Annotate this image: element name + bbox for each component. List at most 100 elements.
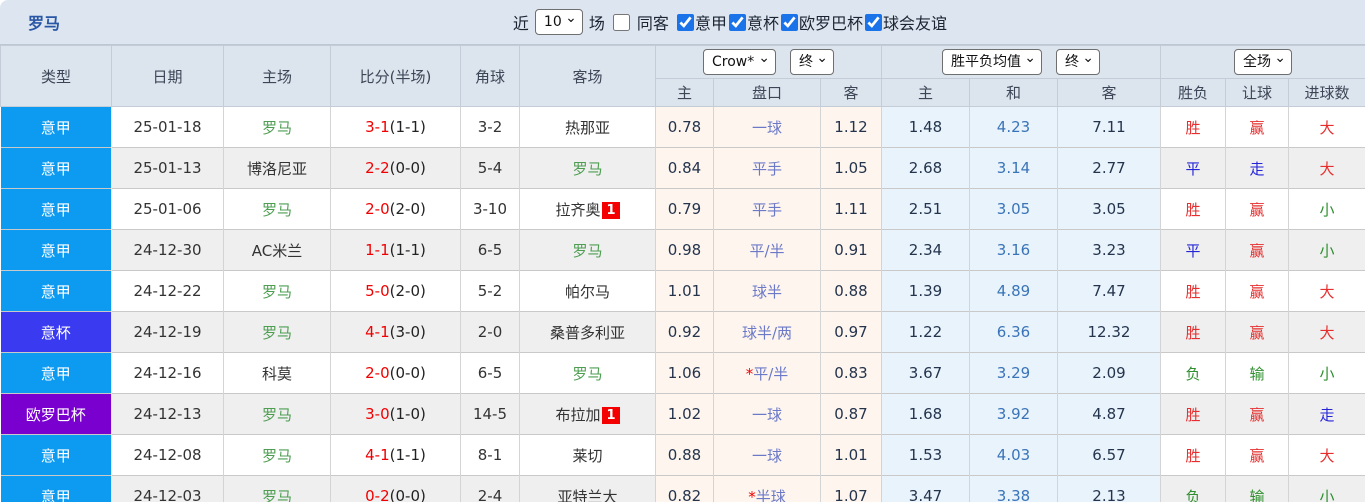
away-team-cell: 拉齐奥 1 (519, 188, 656, 230)
handicap-provider-select[interactable]: Crow* (703, 49, 776, 75)
league-type-badge: 意甲 (0, 475, 112, 502)
ah-home-odds: 0.84 (655, 147, 714, 189)
score-cell: 3-1(1-1) (330, 106, 461, 148)
result-handicap: 赢 (1225, 434, 1289, 476)
ah-away-odds: 0.83 (820, 352, 882, 394)
match-row: 意杯 24-12-19 罗马 4-1(3-0) 2-0 桑普多利亚 0.92 球… (0, 311, 1365, 353)
eu-draw-odds: 6.36 (969, 311, 1058, 353)
friendly-label: 球会友谊 (882, 14, 947, 33)
handicap-cell: 平手 (713, 188, 821, 230)
halftime-score: (1-0) (389, 405, 426, 423)
league-type-badge: 意甲 (0, 106, 112, 148)
eu-home-odds: 2.51 (881, 188, 970, 230)
corners-value: 6-5 (460, 352, 520, 394)
seriea-label: 意甲 (694, 14, 727, 33)
ah-away-odds: 0.97 (820, 311, 882, 353)
col-header-date: 日期 (111, 45, 224, 107)
result-handicap: 赢 (1225, 188, 1289, 230)
handicap-cell: 一球 (713, 434, 821, 476)
home-team: 罗马 (223, 270, 331, 312)
away-team: 莱切 (572, 446, 603, 465)
handicap-cell: *半球 (713, 475, 821, 502)
col-header-goals: 进球数 (1287, 78, 1365, 107)
result-wdl: 胜 (1160, 434, 1226, 476)
league-filter-seriea: 意甲 (675, 10, 727, 34)
result-handicap: 赢 (1225, 270, 1289, 312)
handicap-line: 一球 (751, 405, 782, 424)
result-goals: 大 (1288, 106, 1365, 148)
result-wdl: 胜 (1160, 393, 1226, 435)
europa-checkbox[interactable] (780, 13, 798, 31)
handicap-line: 一球 (751, 118, 782, 137)
eu-away-odds: 12.32 (1057, 311, 1161, 353)
recent-count-select[interactable]: 10 (534, 9, 583, 35)
eu-away-odds: 2.09 (1057, 352, 1161, 394)
ah-away-odds: 0.91 (820, 229, 882, 271)
handicap-line: 平手 (751, 200, 782, 219)
ah-away-odds: 1.01 (820, 434, 882, 476)
ah-away-odds: 0.87 (820, 393, 882, 435)
eu-home-odds: 1.48 (881, 106, 970, 148)
match-history-panel: 罗马 近 10 场 同客 意甲 意杯 欧罗巴杯 球会友谊 (0, 0, 1365, 502)
away-team: 罗马 (572, 364, 603, 383)
away-team-cell: 罗马 (519, 229, 656, 271)
handicap-time-select[interactable]: 终 (790, 49, 834, 75)
eu-draw-odds: 4.03 (969, 434, 1058, 476)
home-team: 罗马 (223, 393, 331, 435)
eu-home-odds: 2.68 (881, 147, 970, 189)
fulltime-score: 2-0 (365, 364, 390, 382)
result-wdl: 胜 (1160, 106, 1226, 148)
match-row: 意甲 25-01-13 博洛尼亚 2-2(0-0) 5-4 罗马 0.84 平手… (0, 147, 1365, 189)
halftime-score: (0-0) (389, 364, 426, 382)
score-cell: 3-0(1-0) (330, 393, 461, 435)
coppa-checkbox[interactable] (728, 13, 746, 31)
result-handicap: 走 (1225, 147, 1289, 189)
result-wdl: 胜 (1160, 188, 1226, 230)
handicap-star: * (748, 487, 756, 502)
recent-label: 近 (512, 14, 529, 33)
league-type-badge: 意甲 (0, 270, 112, 312)
match-row: 意甲 24-12-30 AC米兰 1-1(1-1) 6-5 罗马 0.98 平/… (0, 229, 1365, 271)
seriea-checkbox[interactable] (676, 13, 694, 31)
result-goals: 小 (1288, 352, 1365, 394)
europe-time-select[interactable]: 终 (1056, 49, 1100, 75)
halftime-score: (1-1) (389, 118, 426, 136)
away-team-cell: 布拉加 1 (519, 393, 656, 435)
league-type-badge: 意甲 (0, 229, 112, 271)
away-team-cell: 罗马 (519, 147, 656, 189)
same-away-filter: 同客 (611, 10, 675, 34)
europe-time-select-wrap: 终 (1056, 49, 1100, 75)
coppa-label: 意杯 (746, 14, 779, 33)
eu-draw-odds: 3.38 (969, 475, 1058, 502)
eu-away-odds: 6.57 (1057, 434, 1161, 476)
match-row: 意甲 24-12-08 罗马 4-1(1-1) 8-1 莱切 0.88 一球 1… (0, 434, 1365, 476)
friendly-checkbox[interactable] (864, 13, 882, 31)
match-date: 24-12-22 (111, 270, 224, 312)
handicap-line: 平手 (751, 159, 782, 178)
result-scope-select[interactable]: 全场 (1234, 49, 1293, 75)
handicap-line: 平/半 (753, 364, 789, 383)
result-handicap: 输 (1225, 352, 1289, 394)
col-header-home: 主场 (223, 45, 331, 107)
ah-home-odds: 1.02 (655, 393, 714, 435)
corners-value: 14-5 (460, 393, 520, 435)
match-date: 25-01-06 (111, 188, 224, 230)
europe-provider-select[interactable]: 胜平负均值 (942, 49, 1042, 75)
home-team: 罗马 (223, 434, 331, 476)
away-team: 桑普多利亚 (549, 323, 625, 342)
eu-away-odds: 3.23 (1057, 229, 1161, 271)
same-away-checkbox[interactable] (612, 13, 630, 31)
fulltime-score: 2-0 (365, 200, 390, 218)
ah-home-odds: 0.78 (655, 106, 714, 148)
result-wdl: 平 (1160, 147, 1226, 189)
eu-home-odds: 1.39 (881, 270, 970, 312)
handicap-line: 球半 (751, 282, 782, 301)
eu-away-odds: 2.77 (1057, 147, 1161, 189)
league-type-badge: 意甲 (0, 188, 112, 230)
handicap-cell: *平/半 (713, 352, 821, 394)
halftime-score: (3-0) (389, 323, 426, 341)
result-handicap: 输 (1225, 475, 1289, 502)
eu-draw-odds: 3.05 (969, 188, 1058, 230)
result-wdl: 平 (1160, 229, 1226, 271)
ah-home-odds: 0.92 (655, 311, 714, 353)
